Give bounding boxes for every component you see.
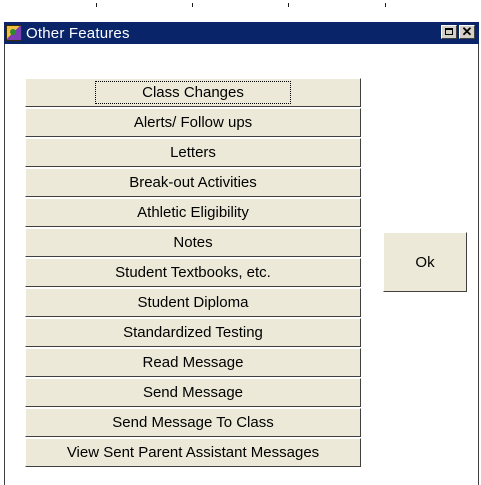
window-controls: ✕ bbox=[441, 24, 475, 39]
maximize-button[interactable] bbox=[441, 25, 457, 39]
ok-button[interactable]: Ok bbox=[383, 232, 467, 292]
button-label: Send Message bbox=[142, 384, 244, 401]
close-icon: ✕ bbox=[461, 24, 473, 39]
standardized-testing-button[interactable]: Standardized Testing bbox=[25, 318, 361, 347]
button-label: Read Message bbox=[142, 354, 244, 371]
button-label: Standardized Testing bbox=[123, 324, 263, 341]
button-label: Student Diploma bbox=[137, 294, 249, 311]
button-label: Class Changes bbox=[95, 81, 291, 104]
view-sent-parent-assistant-messages-button[interactable]: View Sent Parent Assistant Messages bbox=[25, 438, 361, 467]
background-tick bbox=[192, 3, 193, 7]
notes-button[interactable]: Notes bbox=[25, 228, 361, 257]
button-label: View Sent Parent Assistant Messages bbox=[66, 444, 320, 461]
button-label: Alerts/ Follow ups bbox=[133, 114, 253, 131]
break-out-activities-button[interactable]: Break-out Activities bbox=[25, 168, 361, 197]
read-message-button[interactable]: Read Message bbox=[25, 348, 361, 377]
button-label: Break-out Activities bbox=[129, 174, 257, 191]
background-tick bbox=[385, 3, 386, 7]
class-changes-button[interactable]: Class Changes bbox=[25, 78, 361, 107]
other-features-window: Class Changes Alerts/ Follow ups Letters… bbox=[4, 44, 479, 485]
student-textbooks-button[interactable]: Student Textbooks, etc. bbox=[25, 258, 361, 287]
send-message-button[interactable]: Send Message bbox=[25, 378, 361, 407]
maximize-icon bbox=[445, 28, 453, 35]
athletic-eligibility-button[interactable]: Athletic Eligibility bbox=[25, 198, 361, 227]
button-label: Student Textbooks, etc. bbox=[115, 264, 271, 281]
button-label: Letters bbox=[170, 144, 216, 161]
window-title: Other Features bbox=[26, 24, 130, 42]
title-bar[interactable]: Other Features ✕ bbox=[4, 22, 479, 44]
button-label: Athletic Eligibility bbox=[137, 204, 249, 221]
student-diploma-button[interactable]: Student Diploma bbox=[25, 288, 361, 317]
letters-button[interactable]: Letters bbox=[25, 138, 361, 167]
button-label: Send Message To Class bbox=[112, 414, 274, 431]
alerts-follow-ups-button[interactable]: Alerts/ Follow ups bbox=[25, 108, 361, 137]
background-strip bbox=[0, 0, 481, 22]
background-tick bbox=[96, 3, 97, 7]
background-tick bbox=[288, 3, 289, 7]
app-icon bbox=[6, 25, 22, 41]
send-message-to-class-button[interactable]: Send Message To Class bbox=[25, 408, 361, 437]
button-label: Notes bbox=[173, 234, 213, 251]
close-button[interactable]: ✕ bbox=[459, 24, 475, 39]
